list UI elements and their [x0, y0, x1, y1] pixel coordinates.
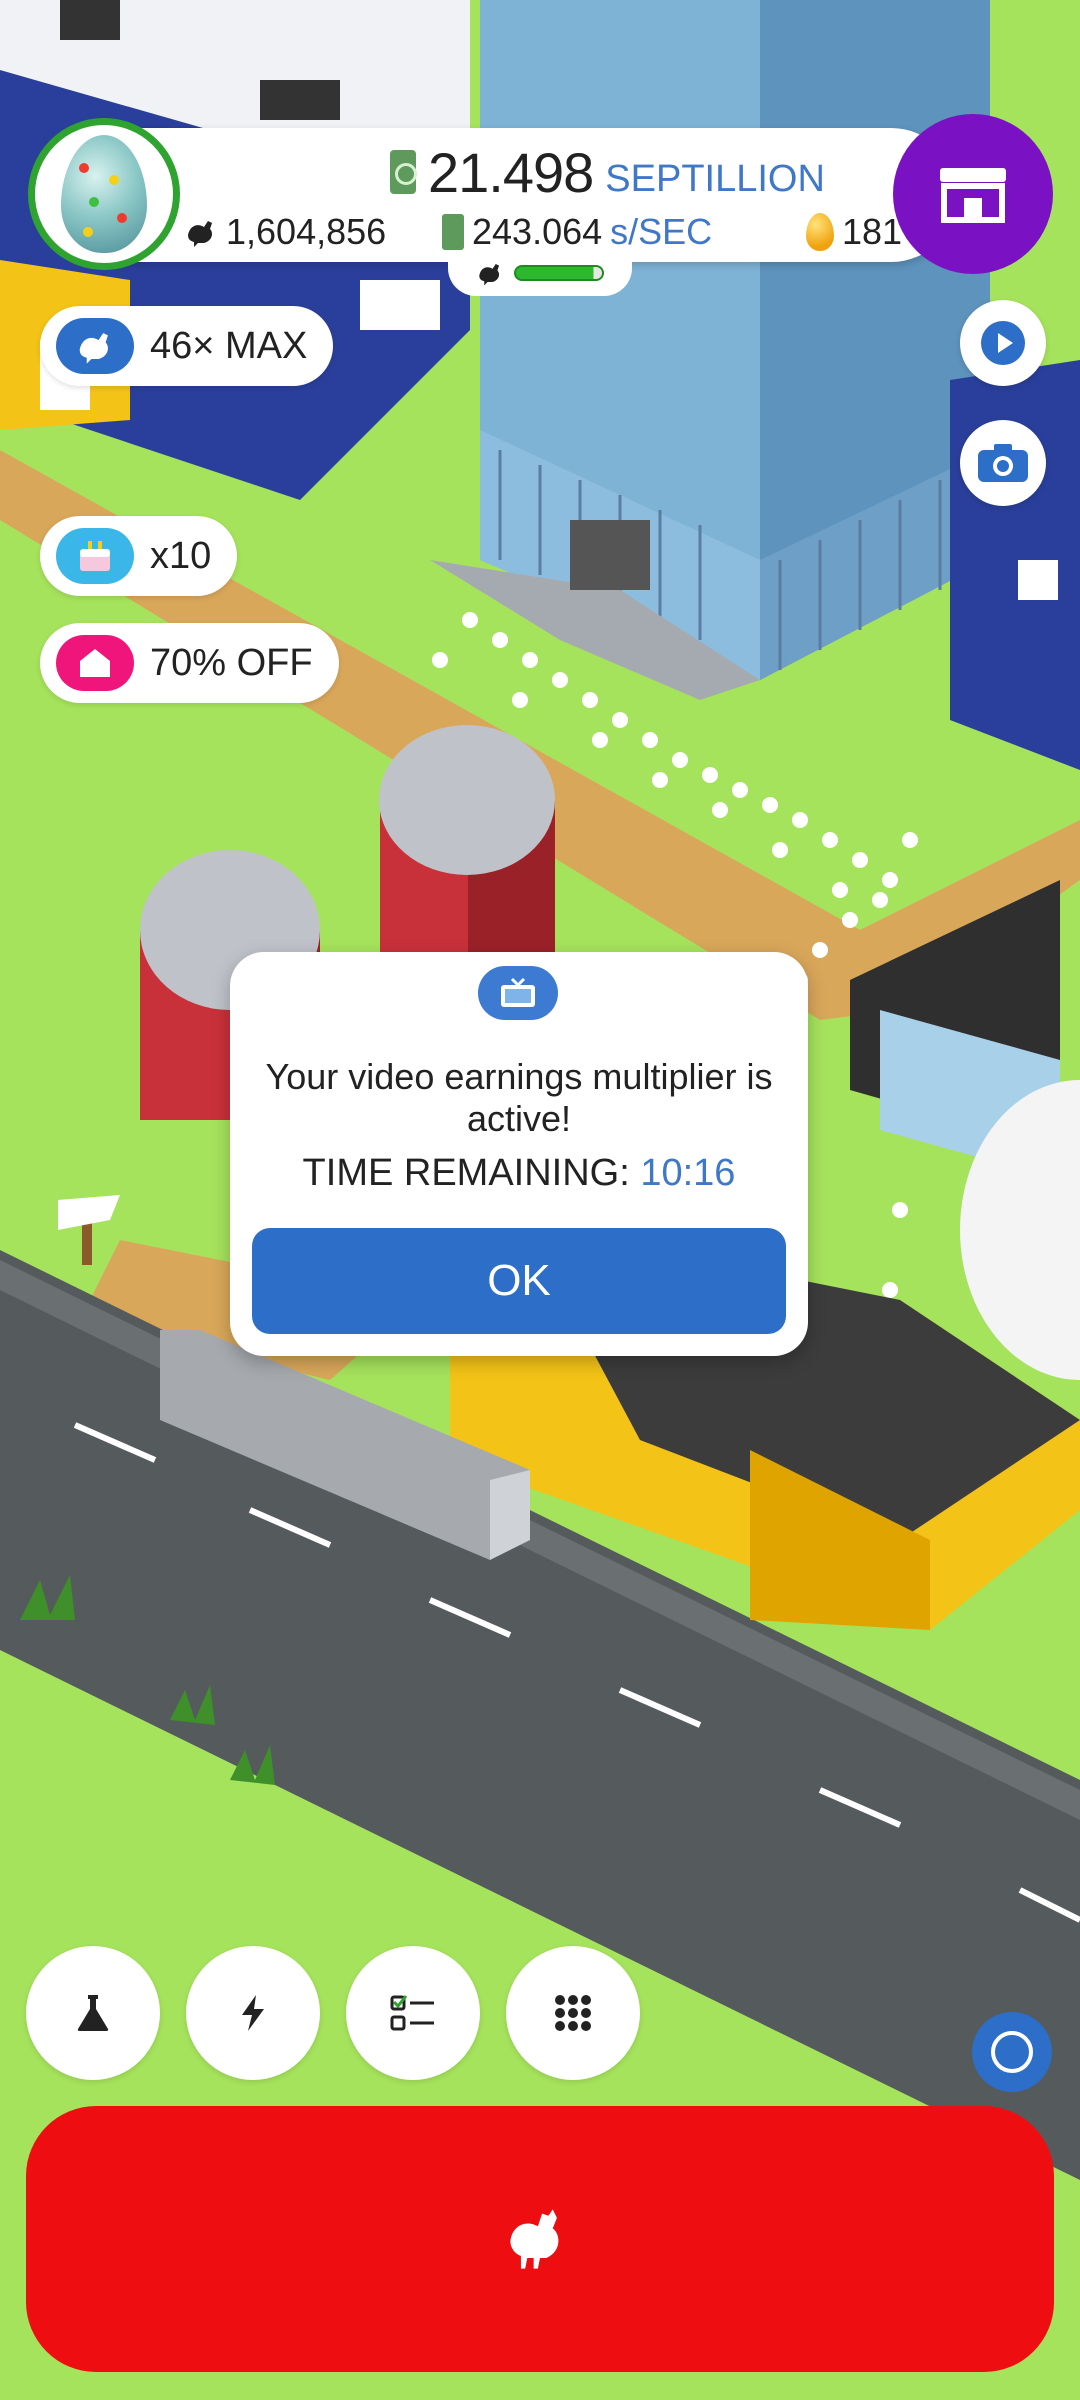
checklist-icon [390, 1995, 434, 2031]
cash-display: 21.498 SEPTILLION [390, 140, 825, 204]
tv-icon [478, 966, 558, 1020]
research-button[interactable] [26, 1946, 160, 2080]
discount-pill[interactable]: 70% OFF [40, 623, 339, 703]
cash-unit: SEPTILLION [605, 157, 825, 200]
camera-icon [978, 444, 1028, 482]
chicken-count: 1,604,856 [184, 208, 386, 256]
cake-icon [56, 528, 134, 584]
money-icon [442, 214, 464, 250]
chicken-icon [510, 2209, 559, 2269]
chicken-icon [56, 318, 134, 374]
boosts-button[interactable] [186, 1946, 320, 2080]
dialog-message: Your video earnings multiplier is active… [265, 1056, 773, 1139]
golden-egg-value: 181 [842, 211, 903, 252]
rate-value: 243.064 [472, 211, 603, 252]
time-remaining-label: TIME REMAINING: [302, 1152, 630, 1194]
time-remaining-value: 10:16 [640, 1152, 736, 1194]
play-icon [981, 321, 1025, 365]
shop-icon [940, 168, 1006, 223]
current-egg-button[interactable] [28, 118, 180, 270]
missions-button[interactable] [346, 1946, 480, 2080]
chicken-icon [479, 263, 500, 286]
cash-value: 21.498 [428, 140, 594, 204]
rate-unit: s/SEC [610, 211, 713, 252]
earnings-rate: 243.064 s/SEC [442, 208, 712, 256]
camera-button[interactable] [960, 420, 1046, 506]
discount-label: 70% OFF [150, 641, 313, 684]
menu-button[interactable] [506, 1946, 640, 2080]
boost-multiplier-pill[interactable]: 46× MAX [40, 306, 334, 386]
hatch-chicken-button[interactable] [26, 2106, 1054, 2372]
golden-egg-count: 181 [806, 208, 902, 256]
boost-multiplier-label: 46× MAX [150, 324, 308, 367]
house-icon [56, 635, 134, 691]
enlightenment-egg-icon [61, 135, 147, 253]
assistant-button[interactable] [972, 2012, 1052, 2092]
chicken-icon [188, 221, 212, 247]
video-multiplier-dialog: Your video earnings multiplier is active… [230, 952, 808, 1356]
flask-icon [77, 1995, 109, 2031]
video-button[interactable] [960, 300, 1046, 386]
shop-button[interactable] [893, 114, 1053, 274]
ok-button[interactable]: OK [252, 1228, 786, 1334]
cake-bonus-label: x10 [150, 534, 212, 577]
grid-icon [555, 1995, 591, 2031]
circle-icon [991, 2031, 1033, 2073]
cake-bonus-pill[interactable]: x10 [40, 516, 238, 596]
lightning-icon [242, 1995, 264, 2031]
hatchery-progress [448, 250, 632, 296]
money-icon [390, 150, 417, 194]
time-remaining: TIME REMAINING: 10:16 [230, 1152, 808, 1195]
hatchery-progress-bar [514, 265, 604, 281]
golden-egg-icon [806, 213, 834, 251]
chicken-count-value: 1,604,856 [226, 211, 387, 252]
